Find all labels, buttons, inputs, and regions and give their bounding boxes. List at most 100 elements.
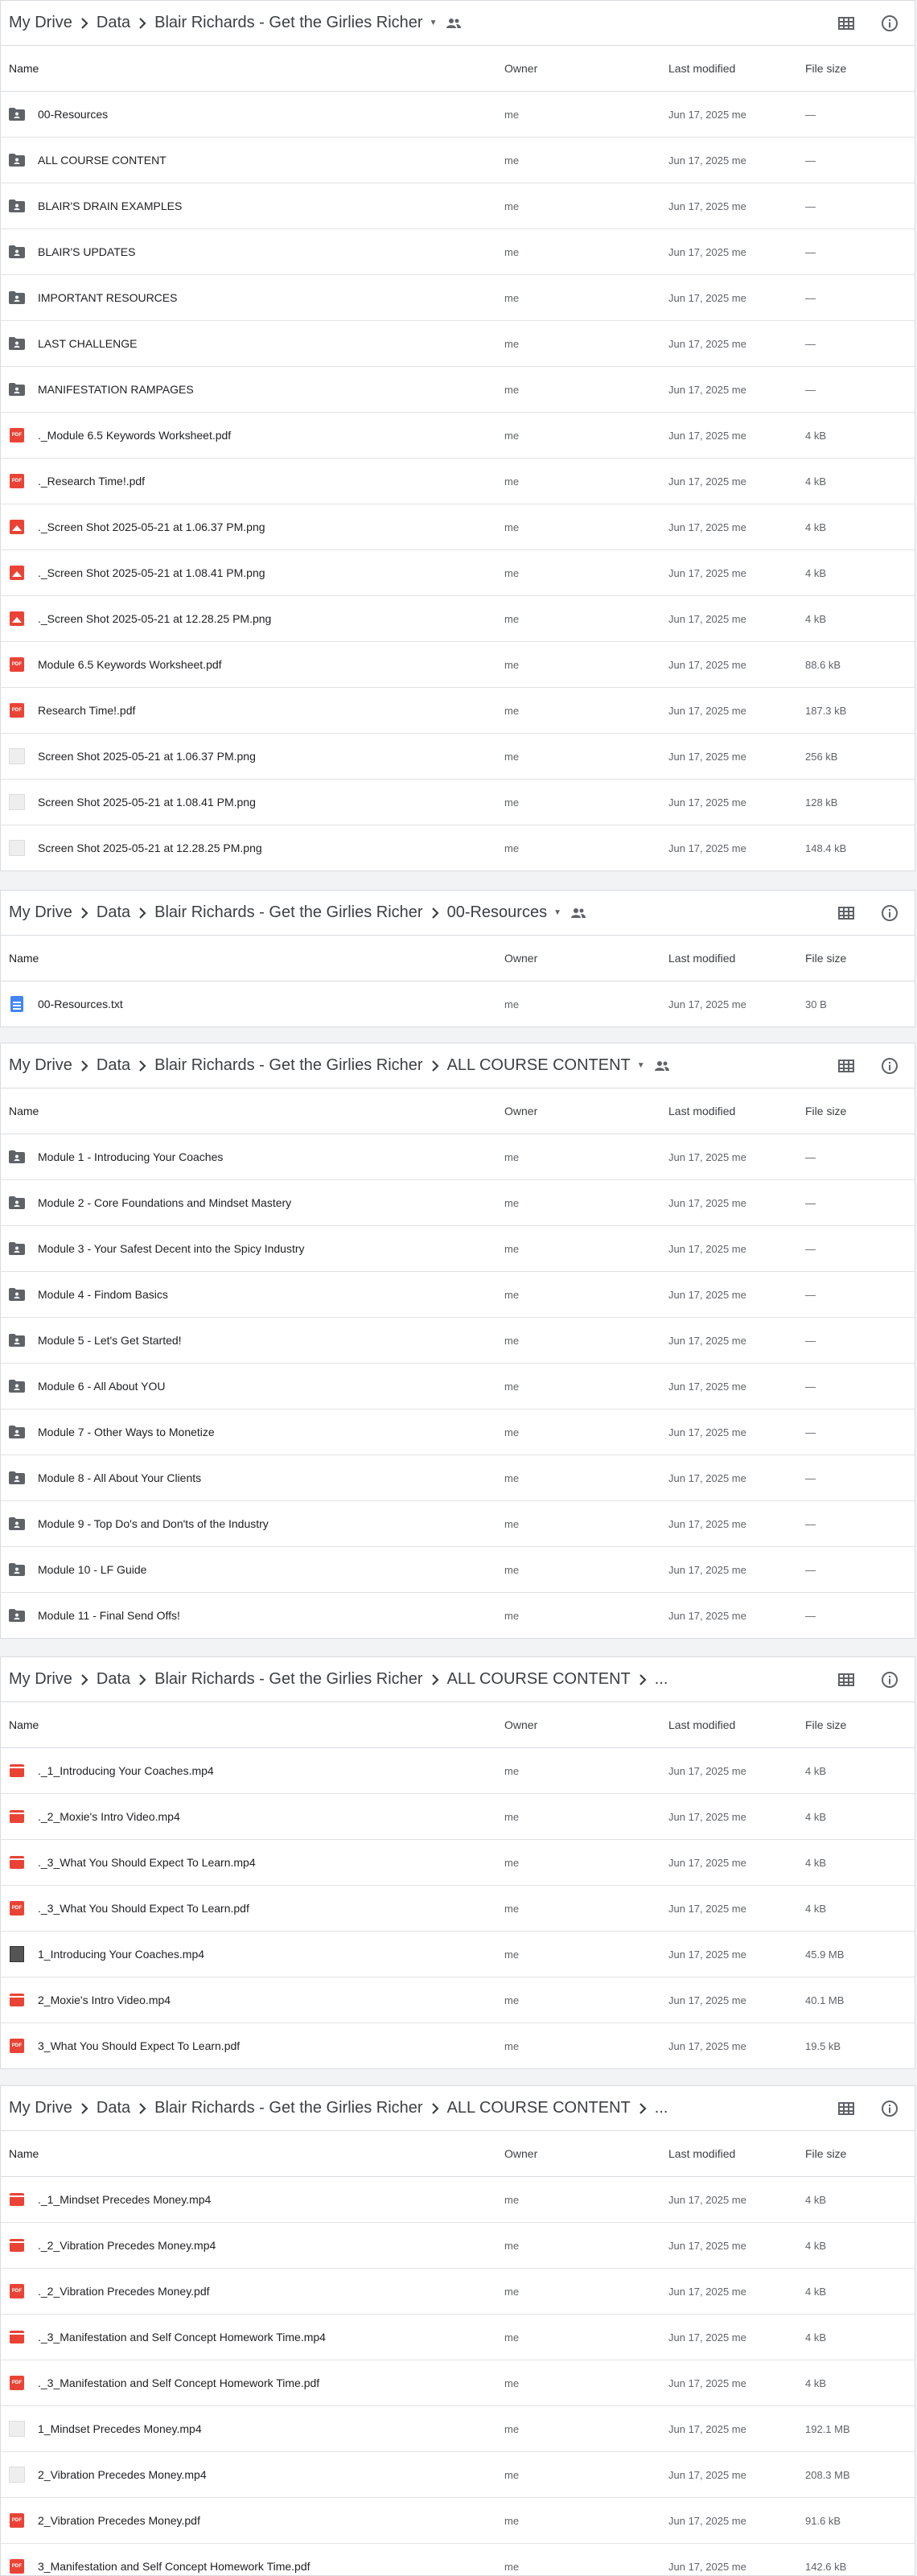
file-name-cell[interactable]: IMPORTANT RESOURCES: [9, 290, 504, 306]
file-name-cell[interactable]: Screen Shot 2025-05-21 at 12.28.25 PM.pn…: [9, 840, 504, 856]
breadcrumb-item[interactable]: ...: [655, 2099, 668, 2117]
column-header-size[interactable]: File size: [805, 952, 915, 965]
grid-view-icon[interactable]: [836, 903, 857, 924]
file-name-cell[interactable]: Module 4 - Findom Basics: [9, 1286, 504, 1302]
table-row[interactable]: 2_Vibration Precedes Money.mp4 me Jun 17, …: [1, 2452, 915, 2498]
column-header-size[interactable]: File size: [805, 62, 915, 75]
table-row[interactable]: Module 8 - All About Your Clients me Jun 1…: [1, 1455, 915, 1501]
file-name-cell[interactable]: ._3_Manifestation and Self Concept Homew…: [9, 2329, 504, 2345]
file-name-cell[interactable]: BLAIR'S DRAIN EXAMPLES: [9, 198, 504, 214]
table-row[interactable]: ._Screen Shot 2025-05-21 at 1.06.37 PM.p…: [1, 504, 915, 550]
grid-view-icon[interactable]: [836, 1669, 857, 1690]
column-header-modified[interactable]: Last modified: [668, 1718, 805, 1731]
table-row[interactable]: PDF ._3_What You Should Expect To Learn.p…: [1, 1886, 915, 1932]
table-row[interactable]: PDF 3_Manifestation and Self Concept Home…: [1, 2544, 915, 2575]
file-name-cell[interactable]: PDF 3_What You Should Expect To Learn.pdf: [9, 2038, 504, 2054]
grid-view-icon[interactable]: [836, 13, 857, 34]
column-header-owner[interactable]: Owner: [504, 2147, 668, 2160]
table-row[interactable]: PDF ._Research Time!.pdf me Jun 17, 2025 me…: [1, 459, 915, 504]
file-name-cell[interactable]: ._Screen Shot 2025-05-21 at 1.08.41 PM.p…: [9, 565, 504, 581]
column-header-modified[interactable]: Last modified: [668, 952, 805, 965]
table-row[interactable]: 00-Resources me Jun 17, 2025 me —: [1, 92, 915, 138]
column-header-modified[interactable]: Last modified: [668, 62, 805, 75]
table-row[interactable]: Module 11 - Final Send Offs! me Jun 17, 20…: [1, 1593, 915, 1638]
breadcrumb-item[interactable]: My Drive: [9, 903, 72, 922]
table-row[interactable]: ._Screen Shot 2025-05-21 at 1.08.41 PM.p…: [1, 550, 915, 596]
table-row[interactable]: BLAIR'S DRAIN EXAMPLES me Jun 17, 2025 me —: [1, 183, 915, 229]
breadcrumb-item[interactable]: My Drive: [9, 2099, 72, 2117]
breadcrumb-item[interactable]: 00-Resources: [447, 903, 548, 922]
dropdown-caret-icon[interactable]: ▼: [430, 19, 438, 27]
file-name-cell[interactable]: PDF ._3_What You Should Expect To Learn.p…: [9, 1900, 504, 1916]
table-row[interactable]: Module 4 - Findom Basics me Jun 17, 2025 m…: [1, 1272, 915, 1318]
file-name-cell[interactable]: 1_Introducing Your Coaches.mp4: [9, 1946, 504, 1962]
info-icon[interactable]: [879, 2098, 900, 2119]
file-name-cell[interactable]: Module 9 - Top Do's and Don'ts of the In…: [9, 1516, 504, 1532]
column-header-size[interactable]: File size: [805, 2147, 915, 2160]
table-row[interactable]: PDF 2_Vibration Precedes Money.pdf me Jun 1…: [1, 2498, 915, 2544]
table-row[interactable]: BLAIR'S UPDATES me Jun 17, 2025 me —: [1, 229, 915, 275]
grid-view-icon[interactable]: [836, 2098, 857, 2119]
file-name-cell[interactable]: PDF ._Module 6.5 Keywords Worksheet.pdf: [9, 427, 504, 443]
table-row[interactable]: 1_Mindset Precedes Money.mp4 me Jun 17, 20…: [1, 2406, 915, 2452]
table-row[interactable]: IMPORTANT RESOURCES me Jun 17, 2025 me —: [1, 275, 915, 321]
file-name-cell[interactable]: Module 10 - LF Guide: [9, 1562, 504, 1578]
column-header-name[interactable]: Name: [9, 2147, 504, 2160]
column-header-owner[interactable]: Owner: [504, 62, 668, 75]
column-header-name[interactable]: Name: [9, 62, 504, 75]
file-name-cell[interactable]: 2_Moxie's Intro Video.mp4: [9, 1992, 504, 2008]
breadcrumb-item[interactable]: My Drive: [9, 1056, 72, 1075]
file-name-cell[interactable]: 00-Resources: [9, 106, 504, 122]
column-header-modified[interactable]: Last modified: [668, 1105, 805, 1117]
file-name-cell[interactable]: 2_Vibration Precedes Money.mp4: [9, 2467, 504, 2483]
file-name-cell[interactable]: ._Screen Shot 2025-05-21 at 1.06.37 PM.p…: [9, 519, 504, 535]
file-name-cell[interactable]: BLAIR'S UPDATES: [9, 244, 504, 260]
table-row[interactable]: Screen Shot 2025-05-21 at 1.06.37 PM.png…: [1, 734, 915, 780]
column-header-name[interactable]: Name: [9, 1105, 504, 1117]
table-row[interactable]: Module 5 - Let's Get Started! me Jun 17, 2…: [1, 1318, 915, 1364]
table-row[interactable]: ._1_Introducing Your Coaches.mp4 me Jun 17…: [1, 1748, 915, 1794]
breadcrumb-item[interactable]: ALL COURSE CONTENT: [447, 1670, 631, 1689]
file-name-cell[interactable]: Module 3 - Your Safest Decent into the S…: [9, 1241, 504, 1257]
file-name-cell[interactable]: ._2_Moxie's Intro Video.mp4: [9, 1809, 504, 1825]
dropdown-caret-icon[interactable]: ▼: [553, 908, 561, 917]
table-row[interactable]: PDF Research Time!.pdf me Jun 17, 2025 me 18…: [1, 688, 915, 734]
table-row[interactable]: ._3_What You Should Expect To Learn.mp4 m…: [1, 1840, 915, 1886]
breadcrumb-item[interactable]: My Drive: [9, 14, 72, 32]
file-name-cell[interactable]: Screen Shot 2025-05-21 at 1.06.37 PM.png: [9, 748, 504, 764]
column-header-modified[interactable]: Last modified: [668, 2147, 805, 2160]
file-name-cell[interactable]: PDF Research Time!.pdf: [9, 702, 504, 718]
table-row[interactable]: MANIFESTATION RAMPAGES me Jun 17, 2025 me —: [1, 367, 915, 413]
table-row[interactable]: ._2_Vibration Precedes Money.mp4 me Jun 17…: [1, 2223, 915, 2269]
column-header-owner[interactable]: Owner: [504, 1105, 668, 1117]
table-row[interactable]: Screen Shot 2025-05-21 at 1.08.41 PM.png…: [1, 780, 915, 825]
breadcrumb-item[interactable]: My Drive: [9, 1670, 72, 1689]
table-row[interactable]: PDF ._2_Vibration Precedes Money.pdf me Jun…: [1, 2269, 915, 2315]
breadcrumb-item[interactable]: Blair Richards - Get the Girlies Richer: [154, 14, 422, 32]
file-name-cell[interactable]: MANIFESTATION RAMPAGES: [9, 381, 504, 397]
breadcrumb-item[interactable]: ALL COURSE CONTENT: [447, 2099, 631, 2117]
table-row[interactable]: ALL COURSE CONTENT me Jun 17, 2025 me —: [1, 138, 915, 183]
file-name-cell[interactable]: PDF 3_Manifestation and Self Concept Home…: [9, 2558, 504, 2574]
table-row[interactable]: Module 9 - Top Do's and Don'ts of the In…: [1, 1501, 915, 1547]
table-row[interactable]: PDF ._3_Manifestation and Self Concept Ho…: [1, 2360, 915, 2406]
table-row[interactable]: 1_Introducing Your Coaches.mp4 me Jun 17, …: [1, 1932, 915, 1977]
file-name-cell[interactable]: Screen Shot 2025-05-21 at 1.08.41 PM.png: [9, 794, 504, 810]
file-name-cell[interactable]: ._1_Introducing Your Coaches.mp4: [9, 1763, 504, 1779]
file-name-cell[interactable]: ._2_Vibration Precedes Money.mp4: [9, 2237, 504, 2253]
breadcrumb-item[interactable]: Blair Richards - Get the Girlies Richer: [154, 2099, 422, 2117]
file-name-cell[interactable]: Module 8 - All About Your Clients: [9, 1470, 504, 1486]
breadcrumb-item[interactable]: Data: [97, 14, 130, 32]
file-name-cell[interactable]: 1_Mindset Precedes Money.mp4: [9, 2421, 504, 2437]
breadcrumb-item[interactable]: Blair Richards - Get the Girlies Richer: [154, 903, 422, 922]
breadcrumb-item[interactable]: ALL COURSE CONTENT: [447, 1056, 631, 1075]
file-name-cell[interactable]: Module 1 - Introducing Your Coaches: [9, 1149, 504, 1165]
file-name-cell[interactable]: PDF ._2_Vibration Precedes Money.pdf: [9, 2283, 504, 2299]
file-name-cell[interactable]: PDF Module 6.5 Keywords Worksheet.pdf: [9, 656, 504, 673]
file-name-cell[interactable]: ._1_Mindset Precedes Money.mp4: [9, 2191, 504, 2208]
table-row[interactable]: ._Screen Shot 2025-05-21 at 12.28.25 PM.…: [1, 596, 915, 642]
table-row[interactable]: ._2_Moxie's Intro Video.mp4 me Jun 17, 202…: [1, 1794, 915, 1840]
breadcrumb-item[interactable]: Data: [97, 1670, 130, 1689]
file-name-cell[interactable]: ._Screen Shot 2025-05-21 at 12.28.25 PM.…: [9, 611, 504, 627]
breadcrumb-item[interactable]: Blair Richards - Get the Girlies Richer: [154, 1670, 422, 1689]
